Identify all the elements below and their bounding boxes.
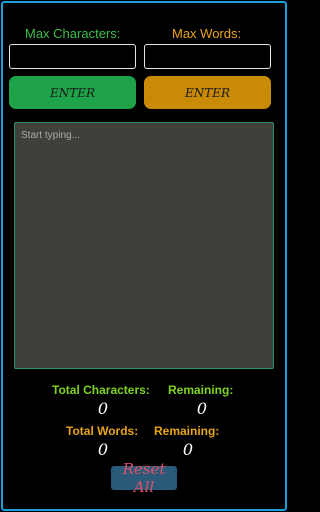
- total-words-value: 0: [97, 440, 109, 459]
- max-characters-label: Max Characters:: [25, 26, 121, 41]
- remaining-words-value: 0: [182, 440, 194, 459]
- total-words-label: Total Words:: [66, 424, 139, 438]
- enter-max-words-button[interactable]: ENTER: [144, 76, 271, 109]
- remaining-words-label: Remaining:: [154, 424, 220, 438]
- reset-all-button[interactable]: Reset All: [111, 460, 177, 496]
- total-characters-value: 0: [97, 399, 109, 418]
- max-characters-input[interactable]: [9, 44, 136, 69]
- remaining-characters-label: Remaining:: [168, 383, 234, 397]
- enter-max-characters-button[interactable]: ENTER: [9, 76, 136, 109]
- total-characters-label: Total Characters:: [52, 383, 150, 397]
- max-words-label: Max Words:: [172, 26, 242, 41]
- remaining-characters-value: 0: [196, 399, 208, 418]
- max-words-input[interactable]: [144, 44, 271, 69]
- text-editor[interactable]: [14, 122, 274, 369]
